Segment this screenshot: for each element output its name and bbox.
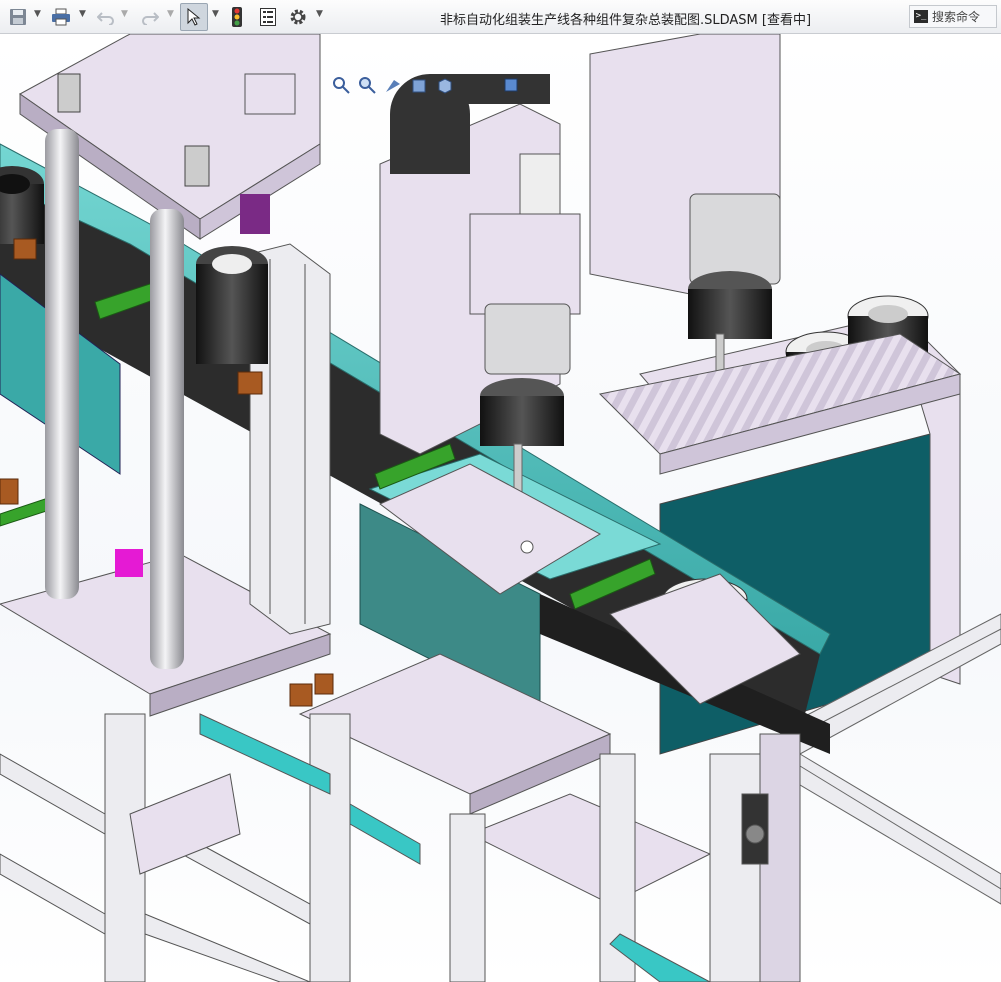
redo-icon <box>142 12 159 25</box>
gear-icon <box>290 9 306 25</box>
traffic-light-icon <box>232 7 242 27</box>
redo-button[interactable] <box>138 6 162 28</box>
window-title: 非标自动化组装生产线各种组件复杂总装配图.SLDASM [查看中] <box>440 13 812 28</box>
rebuild-button[interactable] <box>227 6 247 28</box>
heads-up-view-toolbar <box>330 74 522 96</box>
view-orientation-icon <box>438 78 452 94</box>
view-orientation-button[interactable] <box>434 74 456 96</box>
previous-view-icon <box>386 80 400 92</box>
section-view-icon <box>412 79 426 93</box>
properties-icon <box>260 8 276 26</box>
print-icon <box>52 8 70 26</box>
zoom-to-fit-button[interactable] <box>330 74 352 96</box>
undo-button[interactable] <box>94 6 118 28</box>
magenta-sensor-block <box>115 549 143 577</box>
select-dropdown-arrow[interactable]: ▼ <box>212 10 219 19</box>
search-commands[interactable]: >_ 搜索命令 <box>909 5 997 28</box>
save-button[interactable] <box>6 6 30 28</box>
previous-view-button[interactable] <box>382 74 404 96</box>
redo-dropdown-arrow[interactable]: ▼ <box>167 10 174 19</box>
save-icon <box>10 9 26 25</box>
file-properties-button[interactable] <box>256 6 280 28</box>
zoom-to-fit-icon <box>333 77 350 94</box>
zoom-area-icon <box>359 77 376 94</box>
print-dropdown-arrow[interactable]: ▼ <box>79 10 86 19</box>
section-view-button[interactable] <box>408 74 430 96</box>
display-style-icon <box>504 78 518 92</box>
options-dropdown-arrow[interactable]: ▼ <box>316 10 323 19</box>
display-style-button[interactable] <box>500 74 522 96</box>
undo-icon <box>97 12 114 25</box>
undo-dropdown-arrow[interactable]: ▼ <box>121 10 128 19</box>
pointer-icon <box>187 8 201 26</box>
options-button[interactable] <box>287 6 309 28</box>
search-placeholder: 搜索命令 <box>932 10 981 24</box>
title-toolbar: ▼ ▼ ▼ ▼ ▼ ▼ 非标自动化组装生产线各种组件复杂总装配图.SLDASM … <box>0 0 1001 34</box>
print-button[interactable] <box>48 6 74 28</box>
select-button[interactable] <box>180 3 208 31</box>
save-dropdown-arrow[interactable]: ▼ <box>34 10 41 19</box>
command-prompt-icon: >_ <box>914 10 928 23</box>
assembly-model <box>0 34 1001 982</box>
graphics-area[interactable] <box>0 34 1001 982</box>
zoom-area-button[interactable] <box>356 74 378 96</box>
